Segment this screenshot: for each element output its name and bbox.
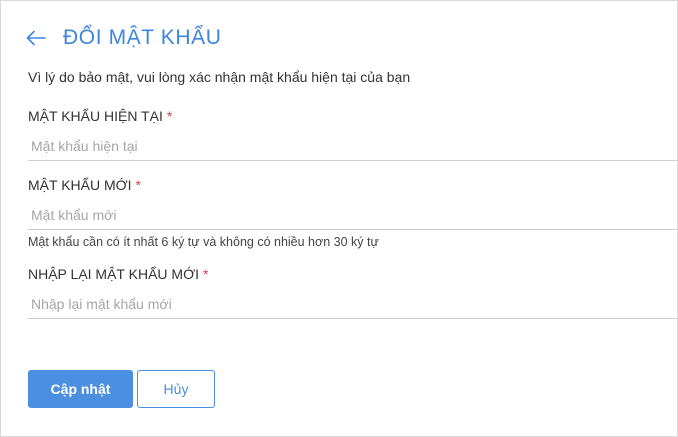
confirm-password-input[interactable] xyxy=(28,289,678,319)
arrow-left-icon[interactable] xyxy=(25,27,47,49)
confirm-password-label-text: NHẬP LẠI MẬT KHẨU MỚI xyxy=(28,266,199,282)
security-description: Vì lý do bảo mật, vui lòng xác nhận mật … xyxy=(28,69,411,85)
update-button[interactable]: Cập nhật xyxy=(28,370,133,408)
header: ĐỔI MẬT KHẨU xyxy=(25,23,222,53)
required-mark: * xyxy=(202,266,209,282)
current-password-label: MẬT KHẨU HIỆN TẠI * xyxy=(28,108,172,124)
new-password-input[interactable] xyxy=(28,200,678,230)
change-password-panel: ĐỔI MẬT KHẨU Vì lý do bảo mật, vui lòng … xyxy=(0,0,678,437)
cancel-button[interactable]: Hủy xyxy=(137,370,215,408)
page-title: ĐỔI MẬT KHẨU xyxy=(63,26,222,49)
required-mark: * xyxy=(135,177,141,193)
confirm-password-label: NHẬP LẠI MẬT KHẨU MỚI * xyxy=(28,266,208,282)
new-password-label-text: MẬT KHẨU MỚI xyxy=(28,177,132,193)
required-mark: * xyxy=(166,108,173,124)
new-password-label: MẬT KHẨU MỚI * xyxy=(28,177,141,193)
current-password-input[interactable] xyxy=(28,131,678,161)
new-password-hint: Mật khẩu cần có ít nhất 6 ký tự và không… xyxy=(28,235,379,249)
current-password-label-text: MẬT KHẨU HIỆN TẠI xyxy=(28,108,163,124)
